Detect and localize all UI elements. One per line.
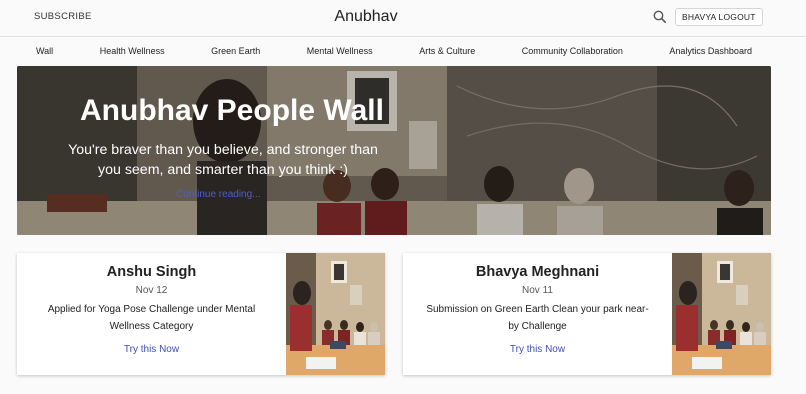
logout-button[interactable]: BHAVYA LOGOUT bbox=[675, 8, 763, 26]
nav-item-arts-culture[interactable]: Arts & Culture bbox=[419, 46, 475, 56]
post-thumbnail[interactable] bbox=[286, 253, 385, 375]
post-author: Bhavya Meghnani bbox=[475, 264, 600, 280]
search-icon[interactable] bbox=[652, 9, 668, 25]
try-this-now-link[interactable]: Try this Now bbox=[403, 344, 672, 355]
nav-item-health-wellness[interactable]: Health Wellness bbox=[100, 46, 165, 56]
post-card-body: Anshu Singh Nov 12 Applied for Yoga Pose… bbox=[17, 253, 286, 375]
category-nav: Wall Health Wellness Green Earth Mental … bbox=[17, 38, 771, 64]
post-description: Submission on Green Earth Clean your par… bbox=[426, 304, 649, 332]
post-date: Nov 11 bbox=[522, 285, 553, 296]
post-author: Anshu Singh bbox=[106, 264, 197, 280]
site-title: Anubhav bbox=[334, 8, 398, 25]
hero-banner: Anubhav People Wall You're braver than y… bbox=[17, 66, 771, 235]
post-date: Nov 12 bbox=[135, 285, 168, 296]
nav-item-mental-wellness[interactable]: Mental Wellness bbox=[307, 46, 373, 56]
post-card: Bhavya Meghnani Nov 11 Submission on Gre… bbox=[403, 253, 771, 375]
post-card: Anshu Singh Nov 12 Applied for Yoga Pose… bbox=[17, 253, 385, 375]
nav-item-analytics-dashboard[interactable]: Analytics Dashboard bbox=[669, 46, 752, 56]
try-this-now-link[interactable]: Try this Now bbox=[17, 344, 286, 355]
hero-subtitle: You're braver than you believe, and stro… bbox=[68, 142, 378, 178]
top-bar: SUBSCRIBE Anubhav BHAVYA LOGOUT bbox=[0, 0, 806, 37]
hero-title: Anubhav People Wall bbox=[80, 94, 384, 127]
post-description: Applied for Yoga Pose Challenge under Me… bbox=[47, 304, 256, 332]
post-card-body: Bhavya Meghnani Nov 11 Submission on Gre… bbox=[403, 253, 672, 375]
nav-item-wall[interactable]: Wall bbox=[36, 46, 53, 56]
nav-item-community-collaboration[interactable]: Community Collaboration bbox=[522, 46, 623, 56]
post-thumbnail[interactable] bbox=[672, 253, 771, 375]
nav-item-green-earth[interactable]: Green Earth bbox=[211, 46, 260, 56]
continue-reading-link[interactable]: Continue reading... bbox=[176, 189, 261, 200]
